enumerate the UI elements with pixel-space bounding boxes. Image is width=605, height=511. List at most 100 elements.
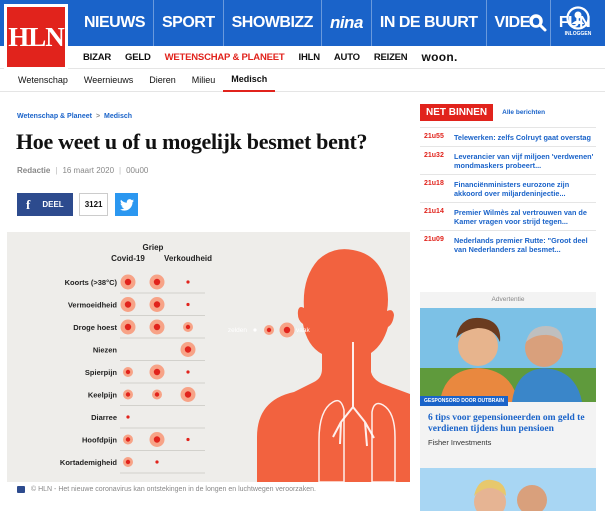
search-icon[interactable] [528,13,548,33]
breadcrumb-section[interactable]: Wetenschap & Planeet [17,113,92,120]
symptom-row: Vermoeidheid [68,297,205,316]
subnav-weernieuws[interactable]: Weernieuws [76,69,141,92]
net-binnen-label: NET BINNEN [420,103,494,121]
user-icon [566,6,590,30]
article-date: 16 maart 2020 [62,166,115,175]
nav-geld[interactable]: GELD [118,52,158,63]
news-item[interactable]: 21u09 Nederlands premier Rutte: "Groot de… [420,230,596,258]
legend-vaak: vaak [296,327,310,334]
symptom-label: Kortademigheid [60,458,118,467]
frequency-dot [154,392,160,397]
body-silhouette [257,249,410,483]
news-headline[interactable]: Leverancier van vijf miljoen 'verdwenen'… [454,152,596,170]
breadcrumb-page[interactable]: Medisch [104,113,132,120]
frequency-dot [185,324,191,330]
ad-title[interactable]: 6 tips voor gepensioneerden om geld te v… [428,413,593,435]
news-item[interactable]: 21u18 Financiënministers eurozone zijn ak… [420,174,596,202]
symptom-row: Hoofdpijn [82,432,205,451]
sponsor-label: GESPONSORD DOOR OUTBRAIN [420,396,509,406]
col-griep: Griep [143,243,164,252]
article-title: Hoe weet u of u mogelijk besmet bent? [16,129,368,154]
news-headline[interactable]: Telewerken: zelfs Colruyt gaat overstag [454,133,591,142]
facebook-icon: f [26,196,31,212]
frequency-dot [184,391,192,398]
news-time: 21u09 [424,236,444,243]
frequency-dot [153,368,161,376]
net-binnen-widget: NET BINNEN Alle berichten 21u55 Telewerke… [420,103,596,258]
col-verkoudheid: Verkoudheid [164,254,212,263]
nav-nina[interactable]: nina [322,0,372,46]
nav-woon[interactable]: woon. [414,50,464,64]
all-news-link[interactable]: Alle berichten [502,109,545,116]
symptom-label: Hoofdpijn [82,436,117,445]
subnav-dieren[interactable]: Dieren [141,69,184,92]
ad-label: Advertentie [491,296,525,303]
col-covid: Covid-19 [111,254,145,263]
nav-in-de-buurt[interactable]: IN DE BUURT [372,0,487,46]
news-headline[interactable]: Financiënministers eurozone zijn akkoord… [454,180,596,198]
symptom-row: Spierpijn [85,364,205,384]
ad-image[interactable] [420,308,596,402]
share-count: 3121 [78,193,109,216]
symptom-row: Diarree [91,413,205,429]
news-headline[interactable]: Nederlands premier Rutte: "Groot deel va… [454,236,596,254]
hln-logo[interactable]: HLN [4,4,68,70]
subnav-medisch[interactable]: Medisch [223,69,276,92]
breadcrumb-separator: > [95,113,101,120]
nav-wetenschap-planeet[interactable]: WETENSCHAP & PLANEET [158,52,292,63]
nav-showbizz[interactable]: SHOWBIZZ [224,0,322,46]
frequency-dot [124,278,132,286]
frequency-dot [125,459,131,465]
ad-image-secondary[interactable] [420,468,596,511]
main-nav: NIEUWS SPORT SHOWBIZZ nina IN DE BUURT V… [76,0,598,46]
ad-source: Fisher Investments [428,438,492,447]
symptom-row: Keelpijn [88,387,205,406]
news-headline[interactable]: Premier Wilmès zal vertrouwen van de Kam… [454,208,596,226]
frequency-dot [124,301,132,308]
frequency-dot [186,280,190,284]
caption-text: © HLN - Het nieuwe coronavirus kan ontst… [31,486,316,493]
news-item[interactable]: 21u32 Leverancier van vijf miljoen 'verdw… [420,146,596,174]
frequency-dot [186,437,190,442]
share-bar: f DEEL 3121 [17,193,139,216]
symptom-label: Vermoeidheid [68,301,118,310]
nav-sport[interactable]: SPORT [154,0,224,46]
legend-dots [253,322,295,338]
symptom-label: Niezen [93,346,118,355]
nav-bizar[interactable]: BIZAR [76,52,118,63]
news-item[interactable]: 21u14 Premier Wilmès zal vertrouwen van d… [420,202,596,230]
twitter-share-button[interactable] [115,193,139,216]
news-item[interactable]: 21u55 Telewerken: zelfs Colruyt gaat over… [420,127,596,146]
nav-ihln[interactable]: IHLN [292,52,327,63]
breadcrumb: Wetenschap & Planeet > Medisch [17,113,132,120]
article-author: Redactie [17,166,51,175]
logo-text: HLN [8,21,65,52]
news-time: 21u32 [424,152,444,159]
frequency-dot [186,370,190,374]
facebook-share-button[interactable]: f DEEL [17,193,73,216]
subnav-milieu[interactable]: Milieu [184,69,224,92]
frequency-dot [126,415,130,419]
frequency-dot [124,323,132,331]
frequency-dot [125,369,131,375]
symptom-label: Droge hoest [73,323,117,332]
news-time: 21u18 [424,180,444,187]
nav-auto[interactable]: AUTO [327,52,367,63]
symptom-label: Diarree [91,413,117,422]
symptom-label: Koorts (>38°C) [65,278,118,287]
infographic-graphic: Koorts (>38°C) Vermoeidheid Droge hoest Nie… [60,243,410,483]
frequency-dot [184,346,192,353]
news-time: 21u14 [424,208,444,215]
frequency-dot [153,278,161,286]
symptom-label: Keelpijn [88,391,118,400]
frequency-dot [155,460,159,464]
subnav-wetenschap[interactable]: Wetenschap [10,69,76,92]
symptom-row: Niezen [93,342,205,361]
nav-reizen[interactable]: REIZEN [367,52,415,63]
symptom-row: Koorts (>38°C) [65,274,205,294]
net-binnen-header: NET BINNEN Alle berichten [420,103,596,121]
advertisement: Advertentie GESPONSORD DOOR OUTBRAIN 6 t… [420,292,596,511]
nav-nieuws[interactable]: NIEUWS [76,0,154,46]
frequency-dot [153,436,161,443]
login-button[interactable]: INLOGGEN [559,6,597,42]
